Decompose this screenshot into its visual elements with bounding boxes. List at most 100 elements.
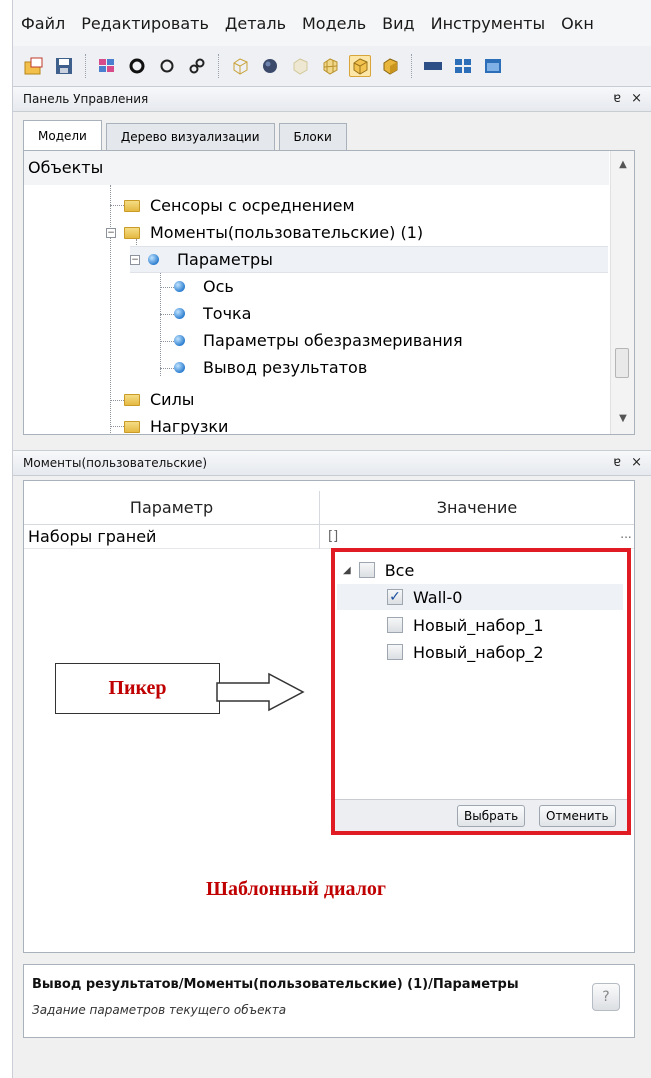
grid-row: Наборы граней [] ... <box>24 524 634 549</box>
template-dialog-caption: Шаблонный диалог <box>206 878 386 900</box>
tree-item-averaging-sensors[interactable]: Сенсоры с осреднением <box>124 192 355 219</box>
menu-bar: Файл Редактировать Деталь Модель Вид Инс… <box>13 0 651 46</box>
grid-param-cell: Наборы граней <box>24 524 320 549</box>
face-set-picker: ◢ Все ✓ Wall-0 Новый_набор_1 Новый_набор… <box>331 548 631 835</box>
cube-solid-icon[interactable] <box>349 55 371 77</box>
help-description: Задание параметров текущего объекта <box>32 1003 287 1017</box>
menu-view[interactable]: Вид <box>382 14 414 33</box>
panel-icon[interactable] <box>422 55 444 77</box>
picker-item-set-1[interactable]: Новый_набор_1 <box>387 612 544 638</box>
picker-item-label: Wall-0 <box>413 587 463 607</box>
collapse-icon[interactable]: − <box>106 227 116 238</box>
help-title: Вывод результатов/Моменты(пользовательск… <box>32 977 519 992</box>
menu-tools[interactable]: Инструменты <box>431 14 546 33</box>
select-button[interactable]: Выбрать <box>457 805 526 827</box>
browse-button[interactable]: ... <box>618 528 634 546</box>
pin-icon[interactable]: ɐ <box>613 91 621 106</box>
toolbar-separator <box>218 54 219 78</box>
value-text: [] <box>328 529 339 544</box>
tree-item-point[interactable]: Точка <box>174 300 251 327</box>
picker-tree: ◢ Все ✓ Wall-0 Новый_набор_1 Новый_набор… <box>335 552 627 799</box>
new-model-icon[interactable] <box>23 55 45 77</box>
node-icon <box>174 335 185 346</box>
picker-footer: Выбрать Отменить <box>335 799 627 831</box>
collapse-icon[interactable]: − <box>130 254 140 265</box>
menu-part[interactable]: Деталь <box>225 14 286 33</box>
toolbar-separator <box>85 54 86 78</box>
folder-icon <box>124 393 140 406</box>
grid-value-cell[interactable]: [] ... <box>320 525 634 549</box>
tab-visualization-tree[interactable]: Дерево визуализации <box>105 123 275 150</box>
properties-panel-header: Моменты(пользовательские) ɐ × <box>13 450 651 476</box>
tree-item-label: Вывод результатов <box>203 358 368 377</box>
expand-triangle-icon[interactable]: ◢ <box>343 565 351 576</box>
toolbar <box>13 46 651 86</box>
node-icon <box>174 362 185 373</box>
grid-header: Параметр Значение <box>24 491 634 525</box>
circle-filled-icon[interactable] <box>126 55 148 77</box>
checkbox[interactable] <box>358 562 375 578</box>
cube-grid-icon[interactable] <box>319 55 341 77</box>
menu-window[interactable]: Окн <box>561 14 594 33</box>
tree-item-nondimensional-params[interactable]: Параметры обезразмеривания <box>174 327 463 354</box>
cube-wireframe-icon[interactable] <box>229 55 251 77</box>
cancel-button[interactable]: Отменить <box>539 805 616 827</box>
save-icon[interactable] <box>53 55 75 77</box>
menu-edit[interactable]: Редактировать <box>81 14 209 33</box>
window-icon[interactable] <box>482 55 504 77</box>
picker-item-set-2[interactable]: Новый_набор_2 <box>387 639 544 665</box>
tree-item-label: Точка <box>203 304 252 323</box>
sphere-icon[interactable] <box>259 55 281 77</box>
toolbar-separator <box>411 54 412 78</box>
mesh-icon[interactable] <box>96 55 118 77</box>
tree-item-label: Силы <box>150 390 195 409</box>
tree-item-label: Параметры <box>177 250 273 269</box>
scroll-down-icon[interactable]: ▼ <box>611 409 634 429</box>
checkbox-checked[interactable]: ✓ <box>387 589 403 605</box>
picker-item-label: Новый_набор_2 <box>413 642 544 662</box>
tree-item-custom-moments[interactable]: − Моменты(пользовательские) (1) <box>106 219 423 246</box>
cube-faded-icon[interactable] <box>289 55 311 77</box>
app-window: Файл Редактировать Деталь Модель Вид Инс… <box>12 0 651 1078</box>
picker-item-label: Новый_набор_1 <box>413 615 544 635</box>
folder-icon <box>124 226 140 239</box>
tree-item-loads[interactable]: Нагрузки <box>124 413 229 435</box>
picker-item-label: Все <box>384 560 415 580</box>
tree-item-label: Моменты(пользовательские) (1) <box>150 223 424 242</box>
objects-tree: Объекты Сенсоры с осреднением − Моменты(… <box>23 150 635 435</box>
tree-scrollbar[interactable]: ▲ ▼ <box>610 151 634 434</box>
node-icon <box>174 281 185 292</box>
layout-icon[interactable] <box>452 55 474 77</box>
circle-outline-icon[interactable] <box>156 55 178 77</box>
link-icon[interactable] <box>186 55 208 77</box>
tab-blocks[interactable]: Блоки <box>278 123 347 150</box>
picker-item-all[interactable]: ◢ Все <box>343 557 414 583</box>
menu-model[interactable]: Модель <box>302 14 366 33</box>
tree-item-label: Нагрузки <box>150 417 229 435</box>
pin-icon[interactable]: ɐ <box>613 455 621 470</box>
panel-tabs: Модели Дерево визуализации Блоки <box>23 120 351 150</box>
tree-item-forces[interactable]: Силы <box>124 386 194 413</box>
tree-item-label: Сенсоры с осреднением <box>150 196 355 215</box>
tree-item-parameters[interactable]: − Параметры <box>130 246 608 273</box>
cube-shaded-icon[interactable] <box>379 55 401 77</box>
checkbox[interactable] <box>387 644 403 660</box>
help-icon[interactable]: ? <box>592 983 620 1011</box>
scroll-up-icon[interactable]: ▲ <box>611 155 634 175</box>
tree-header: Объекты <box>24 151 609 185</box>
menu-file[interactable]: Файл <box>21 14 65 33</box>
picker-item-wall-0[interactable]: ✓ Wall-0 <box>337 584 623 610</box>
tab-models[interactable]: Модели <box>23 120 102 150</box>
checkbox[interactable] <box>387 617 403 633</box>
node-icon <box>174 308 185 319</box>
close-icon[interactable]: × <box>631 455 642 470</box>
arrow-right-icon <box>216 672 305 712</box>
properties-panel-title: Моменты(пользовательские) <box>23 456 208 470</box>
close-icon[interactable]: × <box>631 91 642 106</box>
node-icon <box>148 254 159 265</box>
scroll-thumb[interactable] <box>615 348 629 378</box>
tree-item-axis[interactable]: Ось <box>174 273 234 300</box>
control-panel-title: Панель Управления <box>23 92 149 106</box>
tree-item-results-output[interactable]: Вывод результатов <box>174 354 367 381</box>
help-panel: Вывод результатов/Моменты(пользовательск… <box>23 964 635 1038</box>
